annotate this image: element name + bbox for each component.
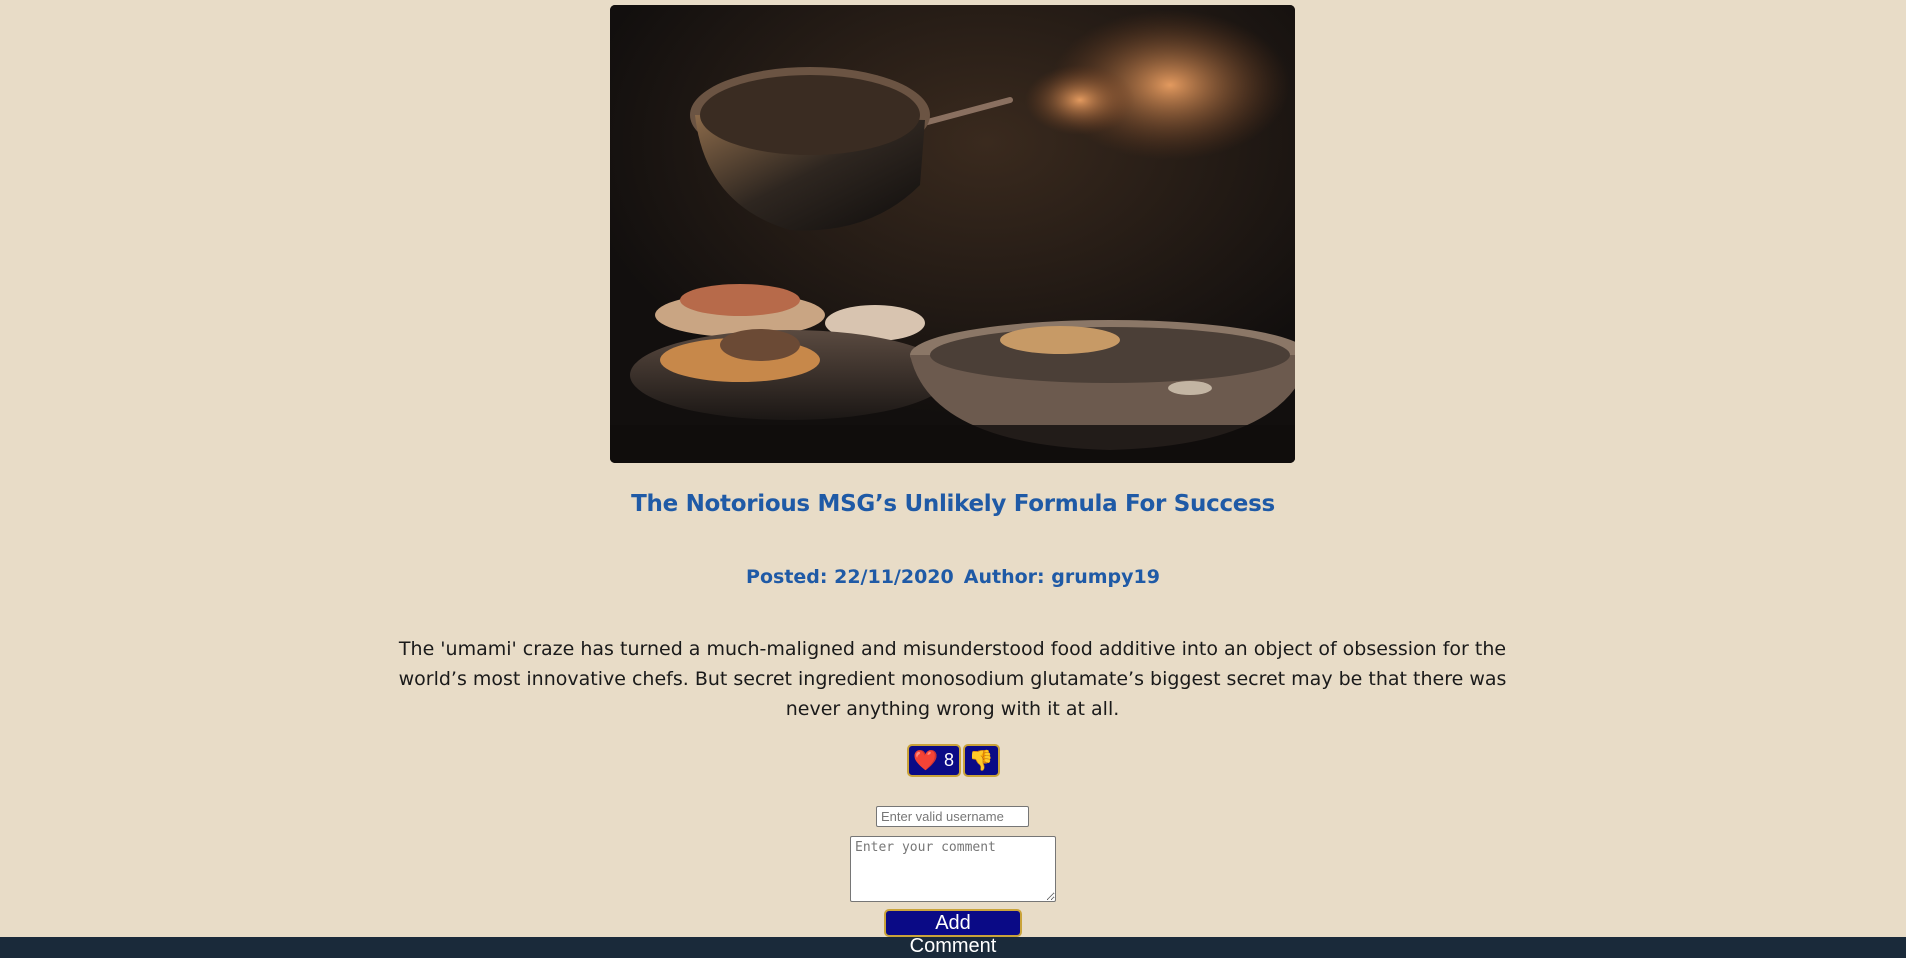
dislike-button[interactable]: 👎 — [962, 744, 1000, 777]
article-summary: The 'umami' craze has turned a much-mali… — [398, 638, 1507, 720]
add-comment-button[interactable]: Add Comment — [884, 909, 1022, 957]
article-image — [610, 5, 1295, 463]
article-page: The Notorious MSG’s Unlikely Formula For… — [0, 0, 1906, 957]
like-count: 8 — [943, 750, 954, 770]
article-meta: Posted: 22/11/2020 Author: grumpy19 — [0, 566, 1906, 588]
kitchen-photo — [610, 5, 1295, 463]
reaction-bar: ❤️ 8 👎 — [0, 744, 1906, 777]
thumbs-down-icon: 👎 — [968, 750, 994, 772]
heart-icon: ❤️ — [913, 750, 938, 772]
like-button[interactable]: ❤️ 8 — [906, 744, 961, 777]
article-title: The Notorious MSG’s Unlikely Formula For… — [631, 491, 1275, 517]
comment-textarea[interactable] — [850, 836, 1056, 902]
post-author: Author: grumpy19 — [963, 566, 1160, 588]
post-date: Posted: 22/11/2020 — [746, 566, 954, 588]
username-input[interactable] — [876, 806, 1029, 827]
